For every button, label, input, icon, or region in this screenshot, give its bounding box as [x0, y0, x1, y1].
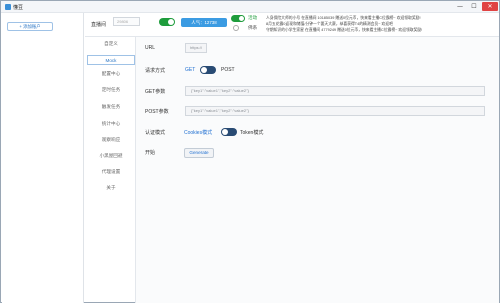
app-logo-icon — [5, 4, 11, 10]
method-label: 请求方式 — [145, 68, 166, 74]
toggle-knob — [239, 16, 244, 21]
auth-mode-toggle[interactable] — [221, 128, 237, 136]
method-post-option[interactable]: POST — [221, 67, 235, 73]
toggle-knob — [168, 19, 174, 25]
room-id-input[interactable]: 29806 — [113, 17, 140, 26]
get-params-input[interactable]: {"key1":"value1","key2":"value2"} — [185, 86, 485, 96]
window-title: 懂豆 — [13, 5, 24, 11]
nav-item-mock[interactable]: Mock — [87, 55, 135, 65]
get-params-label: GET参数 — [145, 89, 166, 95]
toggle-knob — [201, 67, 207, 73]
post-params-input[interactable]: {"key1":"value1","key2":"value2"} — [185, 106, 485, 116]
nav-item-proxy[interactable]: 代理设置 — [87, 167, 135, 177]
content-area — [135, 37, 499, 303]
method-get-option[interactable]: GET — [185, 67, 195, 73]
nav-item-about[interactable]: 关于 — [87, 183, 135, 193]
auth-token-option[interactable]: Token模式 — [240, 129, 263, 136]
gift-ticker: 人身保险大师的小号 在直播间 10185039 赠送0位元币，快来看主播C位霸榜… — [266, 15, 498, 33]
ticker-line: 守期知识的小学生家星 在直播间 4779249 赠送0位元币，快来看主播C位霸榜… — [266, 28, 423, 32]
radio-buddha[interactable] — [233, 25, 239, 31]
nav-item-blacklist[interactable]: 小黑屋回避 — [87, 151, 135, 161]
nav-item-custom[interactable]: 自定义 — [87, 39, 135, 49]
url-input[interactable]: https:// — [185, 43, 207, 53]
nav-item-stats[interactable]: 统计中心 — [87, 119, 135, 129]
radio-buddha-label[interactable]: 佛系 — [248, 25, 257, 31]
toggle-knob — [222, 129, 228, 135]
account-panel: + 添加账户 — [2, 13, 84, 303]
nav-item-trigger[interactable]: 触发任务 — [87, 102, 135, 112]
activity-toggle[interactable] — [231, 15, 245, 22]
live-room-label: 直播间 — [91, 22, 107, 28]
radio-activity-label[interactable]: 活动 — [248, 15, 257, 21]
popularity-badge: 人气：12738 — [181, 18, 227, 27]
nav-item-config[interactable]: 配置中心 — [87, 69, 135, 79]
url-label: URL — [145, 45, 156, 51]
auth-mode-label: 认证模式 — [145, 130, 166, 136]
nav-item-observe[interactable]: 观察响应 — [87, 135, 135, 145]
method-toggle[interactable] — [200, 66, 216, 74]
auth-cookie-option[interactable]: Cookies模式 — [184, 129, 212, 136]
live-toggle[interactable] — [159, 18, 175, 26]
close-button[interactable]: ✕ — [482, 2, 498, 11]
add-account-button[interactable]: + 添加账户 — [7, 22, 53, 31]
app-window: 懂豆 — ☐ ✕ + 添加账户 直播间 29806 人气：12738 活动 佛系… — [0, 0, 500, 303]
nav-item-scheduled[interactable]: 定时任务 — [87, 85, 135, 95]
title-bar: 懂豆 — ☐ ✕ — [1, 1, 499, 13]
minimize-button[interactable]: — — [453, 2, 467, 11]
maximize-button[interactable]: ☐ — [467, 2, 481, 11]
generate-button[interactable]: Generate — [184, 148, 214, 158]
start-label: 开始 — [145, 150, 156, 156]
post-params-label: POST参数 — [145, 109, 169, 115]
